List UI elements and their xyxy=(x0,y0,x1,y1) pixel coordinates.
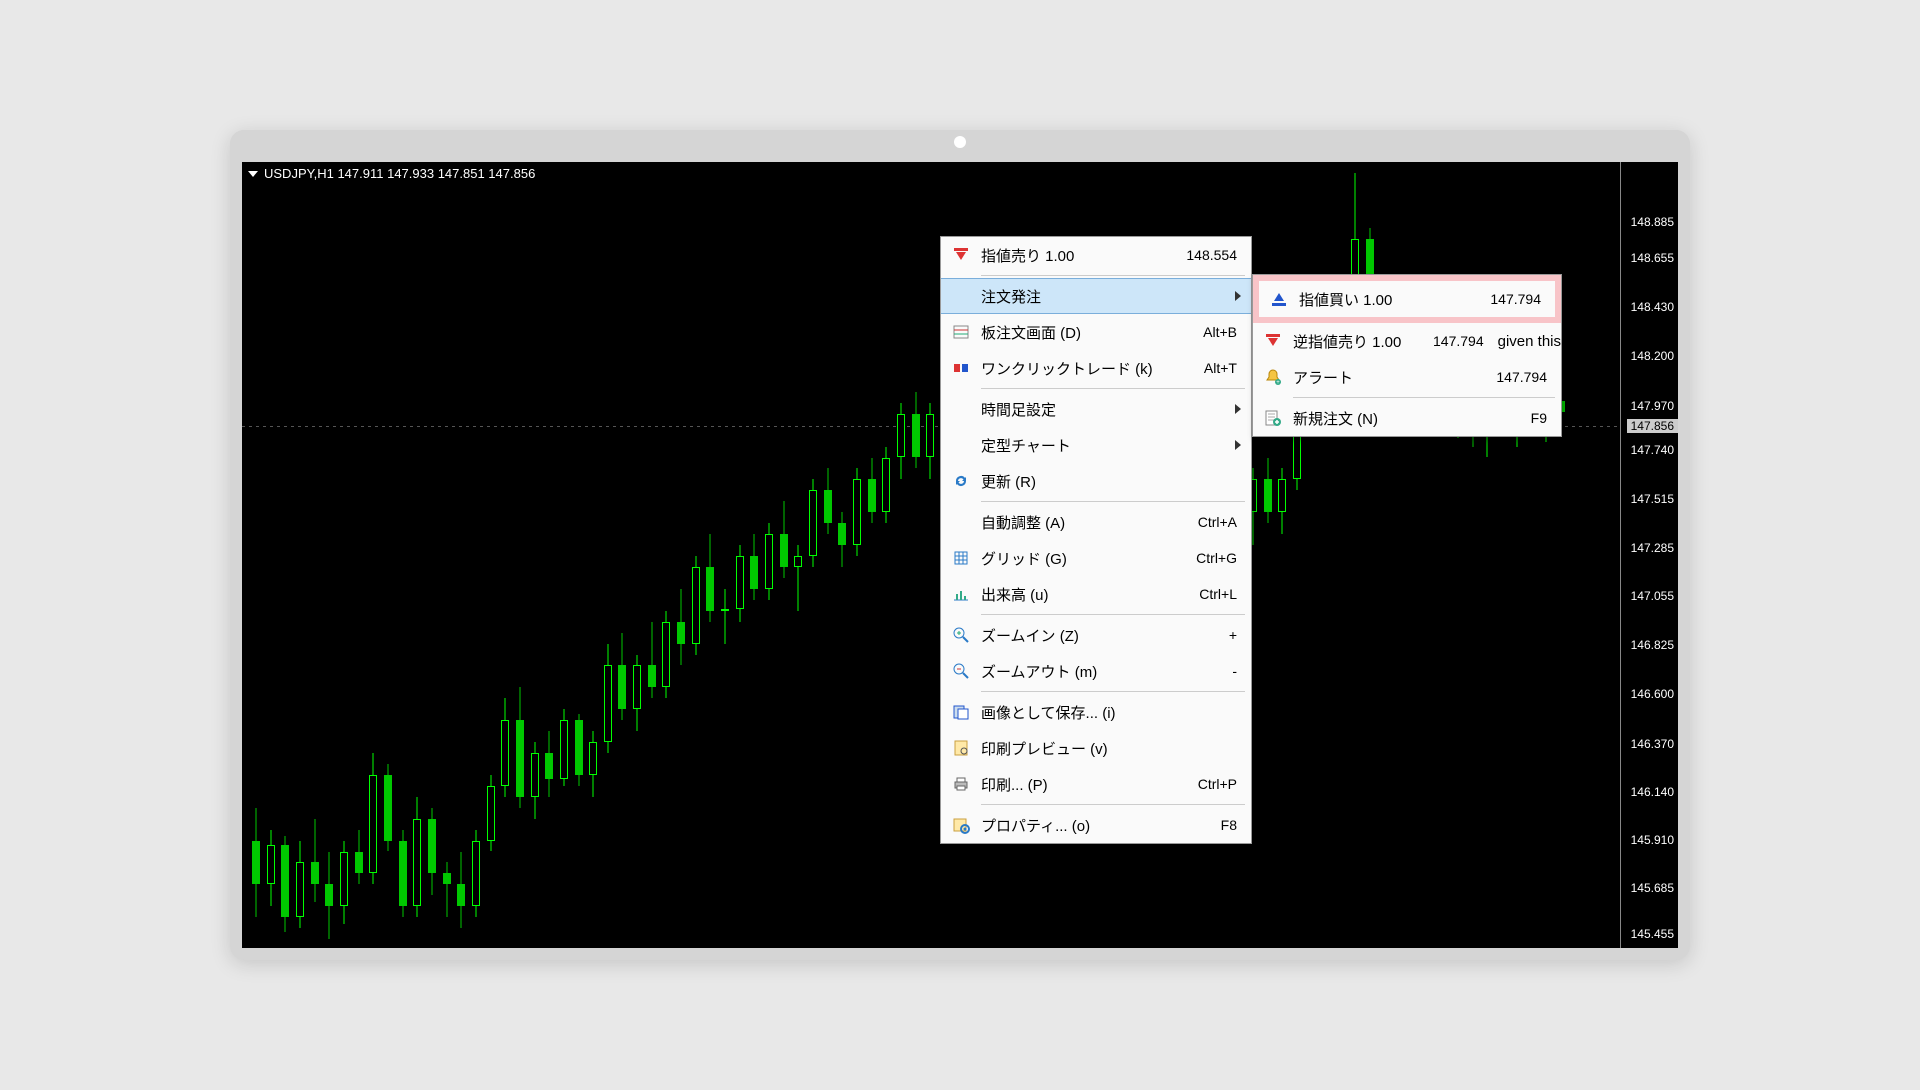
menu-print[interactable]: 印刷... (P) Ctrl+P xyxy=(941,766,1251,802)
price-tick: 147.515 xyxy=(1631,492,1674,506)
menu-timeframe[interactable]: 時間足設定 xyxy=(941,391,1251,427)
grid-icon xyxy=(941,549,981,567)
menu-template[interactable]: 定型チャート xyxy=(941,427,1251,463)
menu-one-click[interactable]: ワンクリックトレード (k) Alt+T xyxy=(941,350,1251,386)
titlebar-dot-icon xyxy=(954,136,966,148)
price-tick: 147.055 xyxy=(1631,589,1674,603)
alert-icon: + xyxy=(1253,368,1293,386)
menu-alert[interactable]: + アラート 147.794 xyxy=(1253,359,1561,395)
submenu-arrow-icon xyxy=(1235,404,1241,414)
context-menu-main: 指値売り 1.00 148.554 注文発注 板注文画面 (D) Alt+B xyxy=(940,236,1252,844)
save-image-icon xyxy=(941,703,981,721)
menu-properties[interactable]: プロパティ... (o) F8 xyxy=(941,807,1251,843)
price-tick: 146.370 xyxy=(1631,737,1674,751)
price-tick: 147.740 xyxy=(1631,443,1674,457)
sell-stop-icon xyxy=(1253,332,1293,350)
price-tick: 146.140 xyxy=(1631,785,1674,799)
buy-limit-icon xyxy=(1259,290,1299,308)
menu-order[interactable]: 注文発注 xyxy=(941,278,1251,314)
price-tick: 145.910 xyxy=(1631,833,1674,847)
price-tick: 145.685 xyxy=(1631,881,1674,895)
menu-zoom-out[interactable]: ズームアウト (m) - xyxy=(941,653,1251,689)
window-frame: USDJPY,H1 147.911 147.933 147.851 147.85… xyxy=(230,130,1690,960)
chart-container[interactable]: USDJPY,H1 147.911 147.933 147.851 147.85… xyxy=(242,162,1678,948)
menu-sell-limit[interactable]: 指値売り 1.00 148.554 xyxy=(941,237,1251,273)
price-tick: 148.430 xyxy=(1631,300,1674,314)
submenu-arrow-icon xyxy=(1235,291,1241,301)
chart-menu-caret-icon[interactable] xyxy=(248,171,258,177)
print-preview-icon xyxy=(941,739,981,757)
context-menu-order: 指値買い 1.00 147.794 逆指値売り 1.00 147.794give… xyxy=(1252,274,1562,437)
chart-header[interactable]: USDJPY,H1 147.911 147.933 147.851 147.85… xyxy=(248,166,535,181)
refresh-icon xyxy=(941,472,981,490)
submenu-arrow-icon xyxy=(1235,440,1241,450)
menu-sell-stop[interactable]: 逆指値売り 1.00 147.794given this xyxy=(1253,323,1561,359)
price-tick: 148.885 xyxy=(1631,215,1674,229)
print-icon xyxy=(941,775,981,793)
volumes-icon xyxy=(941,585,981,603)
menu-refresh[interactable]: 更新 (R) xyxy=(941,463,1251,499)
price-tick: 147.285 xyxy=(1631,541,1674,555)
depth-market-icon xyxy=(941,323,981,341)
price-tick: 147.970 xyxy=(1631,399,1674,413)
price-axis: 147.856 148.885 148.655 148.430 148.200 147.… xyxy=(1620,162,1678,948)
price-tick: 146.825 xyxy=(1631,638,1674,652)
price-tick: 148.655 xyxy=(1631,251,1674,265)
menu-save-image[interactable]: 画像として保存... (i) xyxy=(941,694,1251,730)
zoom-in-icon xyxy=(941,626,981,644)
price-tick: 146.600 xyxy=(1631,687,1674,701)
menu-print-preview[interactable]: 印刷プレビュー (v) xyxy=(941,730,1251,766)
menu-grid[interactable]: グリッド (G) Ctrl+G xyxy=(941,540,1251,576)
menu-new-order[interactable]: 新規注文 (N) F9 xyxy=(1253,400,1561,436)
zoom-out-icon xyxy=(941,662,981,680)
current-price-tag: 147.856 xyxy=(1627,419,1678,433)
menu-depth-market[interactable]: 板注文画面 (D) Alt+B xyxy=(941,314,1251,350)
new-order-icon xyxy=(1253,409,1293,427)
submenu-highlight: 指値買い 1.00 147.794 xyxy=(1253,275,1561,323)
titlebar xyxy=(230,130,1690,154)
one-click-icon xyxy=(941,359,981,377)
properties-icon xyxy=(941,816,981,834)
menu-autoscale[interactable]: 自動調整 (A) Ctrl+A xyxy=(941,504,1251,540)
symbol-label: USDJPY,H1 147.911 147.933 147.851 147.85… xyxy=(264,166,535,181)
menu-buy-limit[interactable]: 指値買い 1.00 147.794 xyxy=(1259,281,1555,317)
menu-zoom-in[interactable]: ズームイン (Z) + xyxy=(941,617,1251,653)
price-tick: 148.200 xyxy=(1631,349,1674,363)
svg-text:+: + xyxy=(1276,380,1280,386)
sell-limit-icon xyxy=(941,246,981,264)
price-tick: 145.455 xyxy=(1631,927,1674,941)
menu-volumes[interactable]: 出来高 (u) Ctrl+L xyxy=(941,576,1251,612)
